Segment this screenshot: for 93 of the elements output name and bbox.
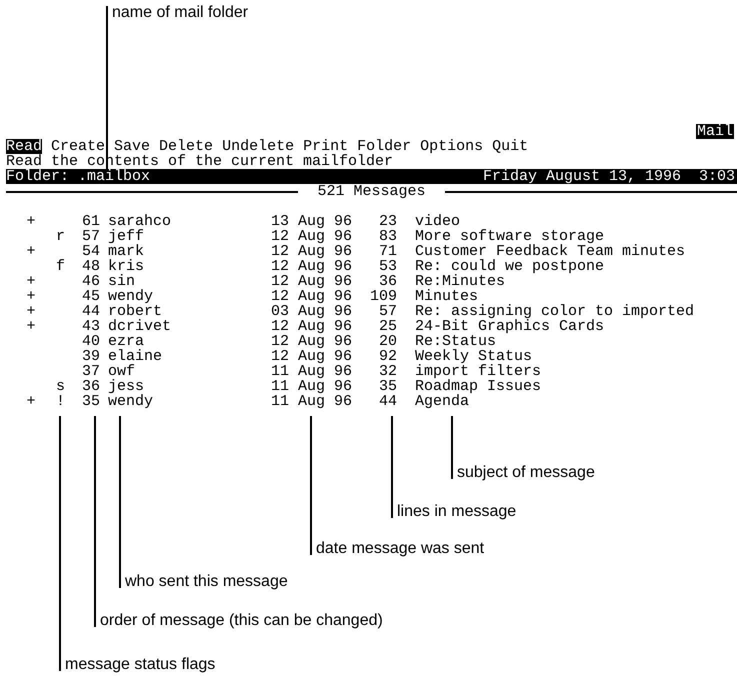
message-date: 12 Aug 96 — [271, 259, 352, 274]
status-flag-label: + — [26, 289, 36, 304]
line-count: 36 — [378, 274, 397, 289]
sender-name: jeff — [108, 229, 144, 244]
clock-time: 3:03 — [698, 169, 735, 184]
status-flag-label: + — [26, 274, 36, 289]
sender-name: robert — [108, 304, 162, 319]
line-count: 92 — [378, 349, 397, 364]
line-count: 109 — [370, 289, 397, 304]
callout-label: subject of message — [457, 464, 595, 482]
message-number: 45 — [82, 289, 100, 304]
status-flag-label: f — [56, 259, 66, 274]
message-number: 46 — [82, 274, 100, 289]
message-number: 44 — [82, 304, 100, 319]
message-number: 57 — [82, 229, 100, 244]
line-count: 53 — [378, 259, 397, 274]
callout-label: name of mail folder — [112, 4, 248, 22]
callout-label: who sent this message — [125, 573, 288, 591]
line-count: 44 — [378, 394, 397, 409]
line-count: 23 — [378, 214, 397, 229]
status-flag-label: + — [26, 244, 36, 259]
sender-name: dcrivet — [108, 319, 172, 334]
line-count: 32 — [378, 364, 397, 379]
sender-name: elaine — [108, 349, 162, 364]
folder-name: .mailbox — [78, 169, 150, 184]
line-count: 57 — [378, 304, 397, 319]
status-flag-label: s — [56, 379, 66, 394]
message-subject: Roadmap Issues — [415, 379, 542, 394]
message-number: 54 — [82, 244, 100, 259]
message-subject: Agenda — [415, 394, 470, 409]
sender-name: sin — [108, 274, 136, 289]
message-date: 12 Aug 96 — [271, 289, 352, 304]
status-flag-label: ! — [56, 394, 66, 409]
line-count: 20 — [378, 334, 397, 349]
message-number: 61 — [82, 214, 100, 229]
callout-label: date message was sent — [316, 540, 484, 558]
status-flag-label: + — [26, 319, 36, 334]
menu-item[interactable]: Options — [420, 139, 484, 154]
message-number: 40 — [82, 334, 100, 349]
status-flag-label: + — [26, 214, 36, 229]
status-flag-label: + — [26, 304, 36, 319]
message-subject: Weekly Status — [415, 349, 532, 364]
callout-label: lines in message — [397, 503, 516, 521]
message-number: 39 — [82, 349, 100, 364]
sender-name: wendy — [108, 289, 154, 304]
sender-name: jess — [108, 379, 144, 394]
sender-name: mark — [108, 244, 144, 259]
message-number: 37 — [82, 364, 100, 379]
message-subject: import filters — [415, 364, 542, 379]
sender-name: ezra — [108, 334, 144, 349]
date-text: Friday August 13, 1996 — [482, 169, 681, 184]
message-subject: video — [415, 214, 460, 229]
message-subject: Minutes — [415, 289, 478, 304]
message-date: 12 Aug 96 — [271, 274, 352, 289]
message-date: 12 Aug 96 — [271, 244, 352, 259]
message-subject: Customer Feedback Team minutes — [415, 244, 686, 259]
callout-label: message status flags — [65, 656, 216, 674]
message-date: 11 Aug 96 — [271, 364, 352, 379]
message-date: 03 Aug 96 — [271, 304, 352, 319]
message-number: 35 — [82, 394, 100, 409]
sender-name: wendy — [108, 394, 154, 409]
message-date: 12 Aug 96 — [271, 319, 352, 334]
message-date: 12 Aug 96 — [271, 229, 352, 244]
leader-line — [451, 416, 453, 479]
message-date: 12 Aug 96 — [271, 334, 352, 349]
message-subject: 24-Bit Graphics Cards — [415, 319, 604, 334]
message-subject: Re: assigning color to imported — [415, 304, 694, 319]
sender-name: owf — [108, 364, 136, 379]
sender-name: kris — [108, 259, 144, 274]
message-subject: More software storage — [415, 229, 604, 244]
message-count: 521 Messages — [317, 184, 426, 199]
folder-label: Folder: — [6, 169, 70, 184]
line-count: 25 — [378, 319, 397, 334]
menu-item[interactable]: Quit — [492, 139, 528, 154]
app-title: Mail — [696, 124, 734, 139]
line-count: 35 — [378, 379, 397, 394]
message-date: 12 Aug 96 — [271, 349, 352, 364]
message-subject: Re:Minutes — [415, 274, 506, 289]
message-number: 48 — [82, 259, 100, 274]
callout-label: order of message (this can be changed) — [100, 612, 383, 630]
message-subject: Re: could we postpone — [415, 259, 604, 274]
line-count: 83 — [378, 229, 397, 244]
status-flag-label: r — [56, 229, 66, 244]
line-count: 71 — [378, 244, 397, 259]
sender-name: sarahco — [108, 214, 172, 229]
menu-item[interactable]: Read — [6, 139, 42, 154]
message-date: 11 Aug 96 — [271, 394, 352, 409]
message-date: 11 Aug 96 — [271, 379, 352, 394]
message-number: 36 — [82, 379, 100, 394]
message-number: 43 — [82, 319, 100, 334]
status-flag-label: + — [26, 394, 36, 409]
message-subject: Re:Status — [415, 334, 496, 349]
message-date: 13 Aug 96 — [271, 214, 352, 229]
